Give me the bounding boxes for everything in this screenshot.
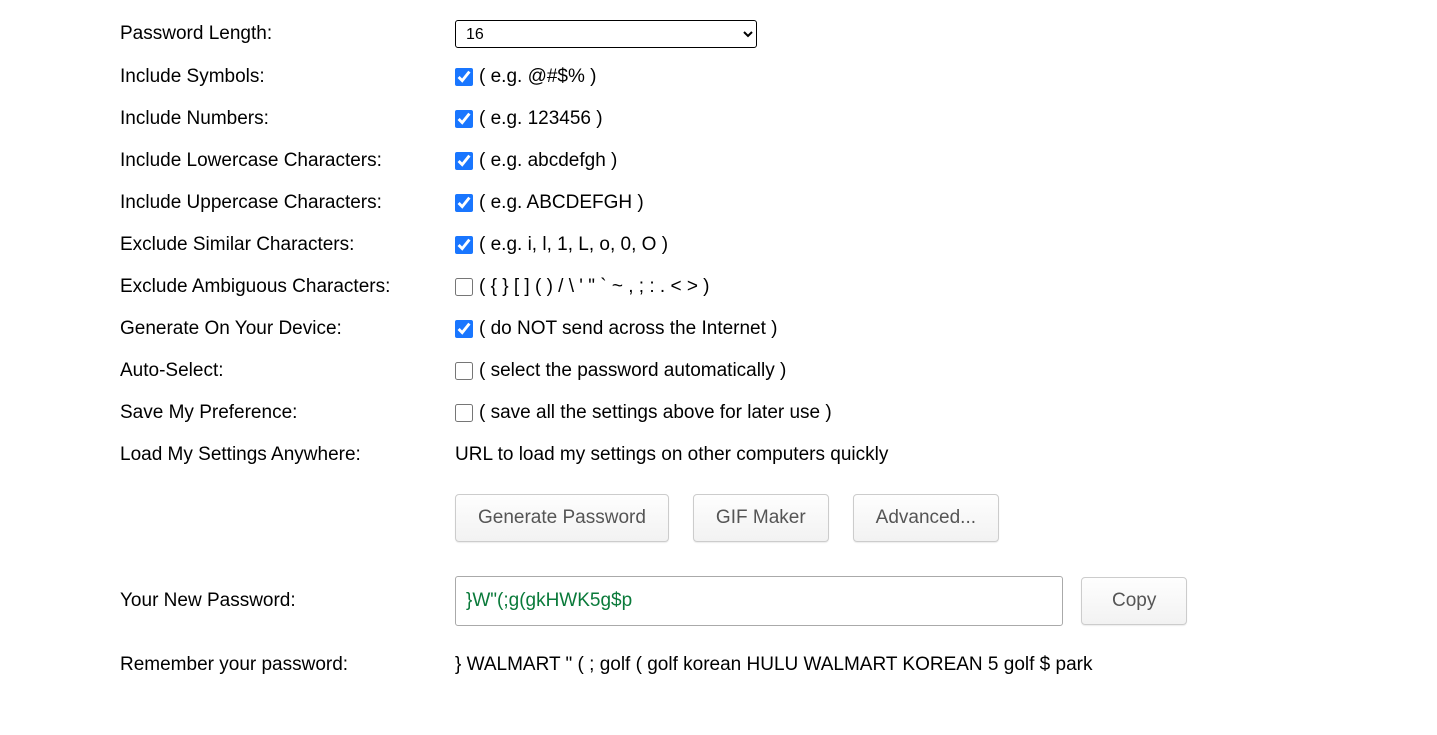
generate-on-device-hint: ( do NOT send across the Internet ) bbox=[479, 318, 778, 340]
exclude-similar-label: Exclude Similar Characters: bbox=[120, 234, 455, 256]
include-symbols-hint: ( e.g. @#$% ) bbox=[479, 66, 597, 88]
include-numbers-checkbox[interactable] bbox=[455, 110, 473, 128]
generate-on-device-checkbox[interactable] bbox=[455, 320, 473, 338]
include-numbers-hint: ( e.g. 123456 ) bbox=[479, 108, 603, 130]
save-preference-hint: ( save all the settings above for later … bbox=[479, 402, 832, 424]
generate-password-button[interactable]: Generate Password bbox=[455, 494, 669, 542]
auto-select-label: Auto-Select: bbox=[120, 360, 455, 382]
include-symbols-label: Include Symbols: bbox=[120, 66, 455, 88]
exclude-similar-checkbox[interactable] bbox=[455, 236, 473, 254]
load-settings-text: URL to load my settings on other compute… bbox=[455, 444, 888, 466]
load-settings-label: Load My Settings Anywhere: bbox=[120, 444, 455, 466]
include-numbers-label: Include Numbers: bbox=[120, 108, 455, 130]
auto-select-hint: ( select the password automatically ) bbox=[479, 360, 786, 382]
password-length-select[interactable]: 16 bbox=[455, 20, 757, 48]
remember-password-text: } WALMART " ( ; golf ( golf korean HULU … bbox=[455, 654, 1092, 676]
new-password-label: Your New Password: bbox=[120, 590, 455, 612]
auto-select-checkbox[interactable] bbox=[455, 362, 473, 380]
exclude-ambiguous-checkbox[interactable] bbox=[455, 278, 473, 296]
include-uppercase-hint: ( e.g. ABCDEFGH ) bbox=[479, 192, 644, 214]
gif-maker-button[interactable]: GIF Maker bbox=[693, 494, 829, 542]
save-preference-checkbox[interactable] bbox=[455, 404, 473, 422]
advanced-button[interactable]: Advanced... bbox=[853, 494, 999, 542]
include-uppercase-label: Include Uppercase Characters: bbox=[120, 192, 455, 214]
include-lowercase-label: Include Lowercase Characters: bbox=[120, 150, 455, 172]
new-password-input[interactable] bbox=[455, 576, 1063, 626]
exclude-ambiguous-label: Exclude Ambiguous Characters: bbox=[120, 276, 455, 298]
generate-on-device-label: Generate On Your Device: bbox=[120, 318, 455, 340]
include-symbols-checkbox[interactable] bbox=[455, 68, 473, 86]
include-uppercase-checkbox[interactable] bbox=[455, 194, 473, 212]
save-preference-label: Save My Preference: bbox=[120, 402, 455, 424]
include-lowercase-checkbox[interactable] bbox=[455, 152, 473, 170]
exclude-ambiguous-hint: ( { } [ ] ( ) / \ ' " ` ~ , ; : . < > ) bbox=[479, 276, 710, 298]
remember-password-label: Remember your password: bbox=[120, 654, 455, 676]
exclude-similar-hint: ( e.g. i, l, 1, L, o, 0, O ) bbox=[479, 234, 668, 256]
password-length-label: Password Length: bbox=[120, 23, 455, 45]
copy-button[interactable]: Copy bbox=[1081, 577, 1187, 625]
include-lowercase-hint: ( e.g. abcdefgh ) bbox=[479, 150, 617, 172]
